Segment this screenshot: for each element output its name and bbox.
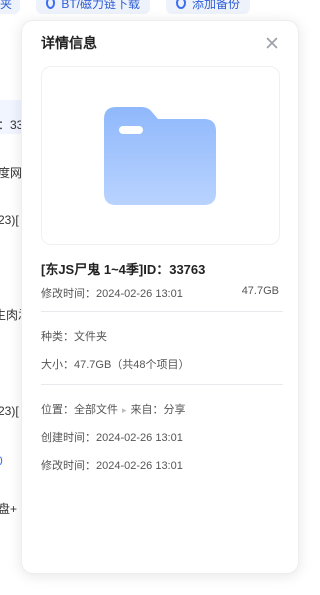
location-label: 位置：: [41, 404, 74, 416]
source-link[interactable]: 分享: [164, 404, 186, 416]
toolbar-button-folder[interactable]: 夹: [0, 0, 20, 14]
file-size: 大小：47.7GB（共48个项目）: [41, 359, 190, 371]
divider: [41, 384, 283, 385]
background-row-text: 23)[: [0, 404, 19, 418]
detail-panel: 详情信息 [东JS尸鬼 1~4季]ID：33763 修改时间：2024-02-2…: [21, 20, 299, 574]
toolbar-button-add-backup[interactable]: 添加备份: [166, 0, 250, 14]
background-toolbar: 夹 BT/磁力链下载 添加备份: [0, 0, 320, 20]
toolbar-button-label: BT/磁力链下载: [61, 0, 140, 11]
toolbar-button-label: 夹: [0, 0, 13, 11]
background-row-text: 度网: [0, 166, 23, 180]
background-row-text: 盘+: [0, 502, 18, 516]
file-size-summary: 47.7GB: [241, 285, 279, 297]
background-row-text: 0: [0, 454, 3, 468]
background-row-text: ：33: [0, 118, 24, 132]
file-name: [东JS尸鬼 1~4季]ID：33763: [41, 262, 206, 277]
created-time: 创建时间：2024-02-26 13:01: [41, 432, 183, 444]
close-button[interactable]: [264, 35, 280, 51]
file-type: 种类：文件夹: [41, 331, 107, 343]
source-label: 来自：: [130, 404, 164, 416]
modified-time-summary: 修改时间：2024-02-26 13:01: [41, 288, 183, 300]
separator-icon: ▸: [122, 405, 127, 415]
background-row-text: 23)[: [0, 213, 19, 227]
file-preview: [41, 66, 280, 245]
location-link[interactable]: 全部文件: [74, 404, 118, 416]
location-row: 位置：全部文件 ▸ 来自：分享: [41, 401, 186, 417]
modified-time: 修改时间：2024-02-26 13:01: [41, 460, 183, 472]
backup-icon: [176, 0, 186, 9]
toolbar-button-bt-download[interactable]: BT/磁力链下载: [36, 0, 150, 14]
panel-title: 详情信息: [41, 35, 97, 51]
link-icon: [46, 0, 56, 9]
folder-icon: [104, 107, 216, 205]
divider: [41, 311, 283, 312]
toolbar-button-label: 添加备份: [191, 0, 240, 11]
close-icon: [266, 37, 278, 49]
